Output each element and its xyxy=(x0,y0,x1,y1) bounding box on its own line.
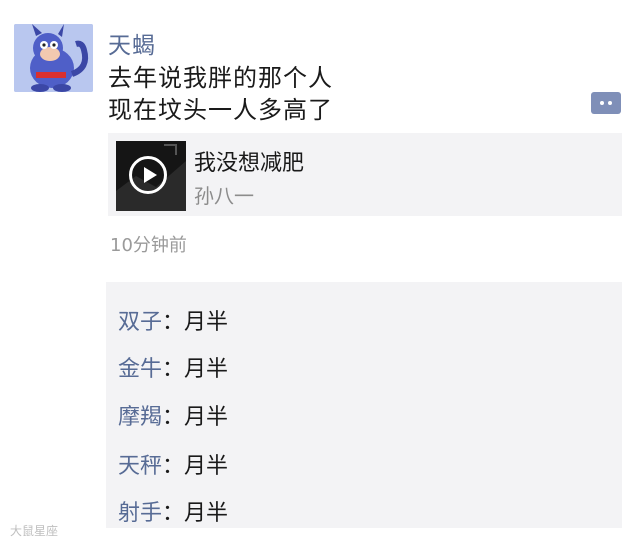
comment-separator: ： xyxy=(162,405,185,430)
watermark: 大鼠星座 xyxy=(10,524,59,538)
comment-text: 月半 xyxy=(184,501,229,526)
comment-text: 月半 xyxy=(184,310,229,335)
comment-author[interactable]: 金牛 xyxy=(118,357,162,382)
comment-author[interactable]: 摩羯 xyxy=(118,405,162,430)
comment-text: 月半 xyxy=(184,357,229,382)
comment-item[interactable]: 金牛：月半 xyxy=(118,351,228,383)
comment-separator: ： xyxy=(162,357,185,382)
comment-item[interactable]: 天秤：月半 xyxy=(118,448,228,480)
post-text: 去年说我胖的那个人 现在坟头一人多高了 xyxy=(108,62,333,126)
comment-separator: ： xyxy=(162,501,185,526)
play-icon[interactable] xyxy=(129,156,167,194)
comment-item[interactable]: 射手：月半 xyxy=(118,495,228,527)
comment-item[interactable]: 双子：月半 xyxy=(118,304,228,336)
comment-author[interactable]: 射手 xyxy=(118,501,162,526)
album-thumbnail xyxy=(116,141,186,211)
comments-panel: 双子：月半 金牛：月半 摩羯：月半 天秤：月半 射手：月半 xyxy=(106,282,622,528)
comment-text: 月半 xyxy=(184,405,229,430)
avatar[interactable] xyxy=(14,24,93,92)
comment-item[interactable]: 摩羯：月半 xyxy=(118,399,228,431)
post-line-2: 现在坟头一人多高了 xyxy=(108,96,333,124)
song-title: 我没想减肥 xyxy=(194,151,305,176)
comment-author[interactable]: 天秤 xyxy=(118,454,162,479)
username-link[interactable]: 天蝎 xyxy=(108,26,156,60)
song-artist: 孙八一 xyxy=(194,184,254,208)
comment-separator: ： xyxy=(162,310,185,335)
post-timestamp: 10分钟前 xyxy=(110,235,187,256)
comment-separator: ： xyxy=(162,454,185,479)
post-line-1: 去年说我胖的那个人 xyxy=(108,64,333,92)
comment-text: 月半 xyxy=(184,454,229,479)
music-share-card[interactable]: 我没想减肥 孙八一 xyxy=(108,133,622,216)
comment-author[interactable]: 双子 xyxy=(118,310,162,335)
more-dots-icon[interactable] xyxy=(591,92,621,114)
